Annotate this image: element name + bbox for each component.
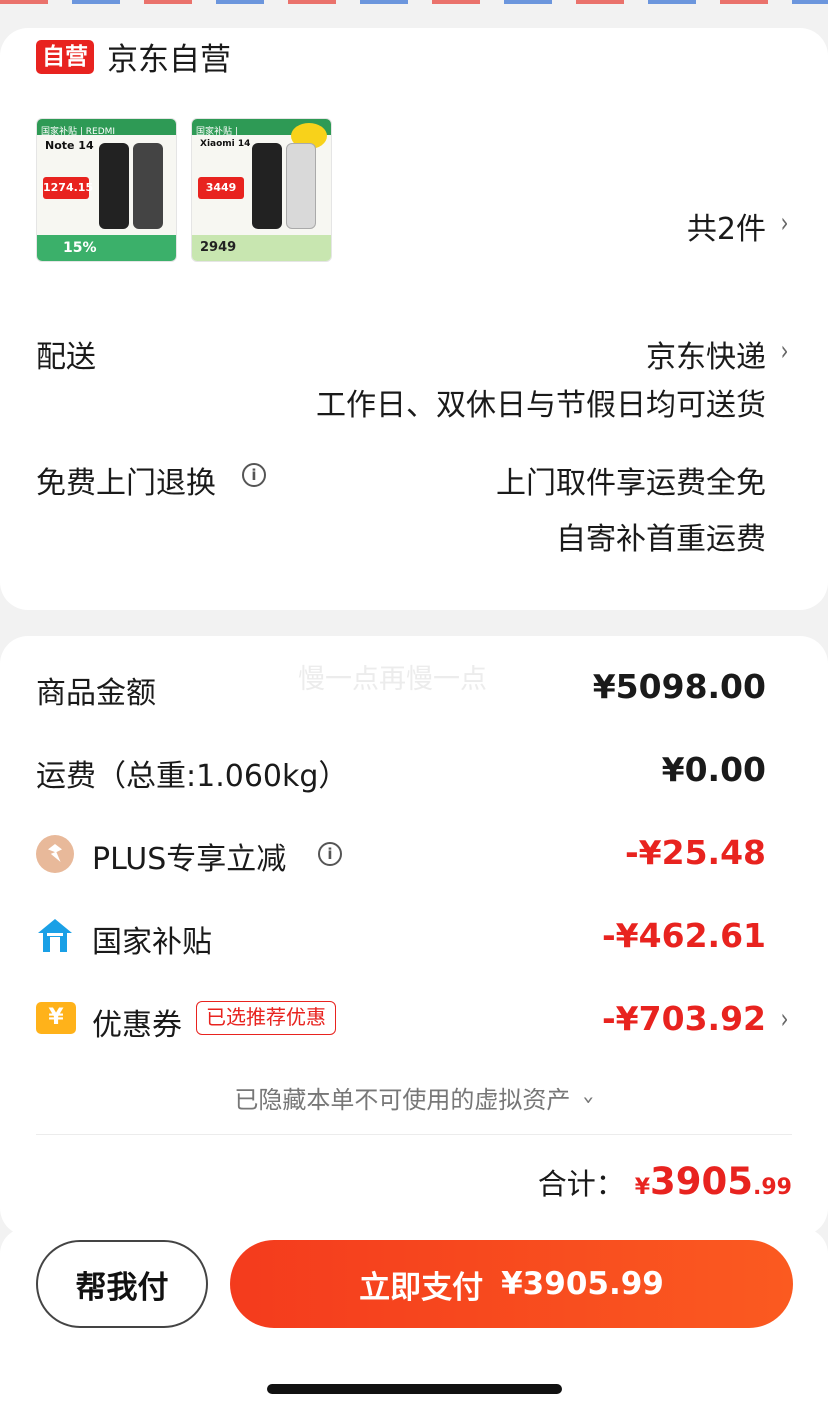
home-indicator[interactable] <box>267 1384 562 1394</box>
chevron-down-icon: › <box>577 1095 601 1105</box>
product-thumbnail[interactable]: 国家补贴 | Xiaomi 14 3449 2949 <box>191 118 332 262</box>
total-integer: 3905 <box>650 1160 754 1203</box>
watermark: 慢一点再慢一点 <box>298 664 487 695</box>
gov-subsidy-label: 国家补贴 <box>92 925 212 960</box>
order-total: 合计： ¥ 3905 .99 <box>538 1160 792 1203</box>
hidden-assets-toggle[interactable]: 已隐藏本单不可使用的虚拟资产 › <box>0 1080 828 1115</box>
phone-image <box>133 143 163 229</box>
goods-amount-label: 商品金额 <box>36 676 156 711</box>
plus-member-icon <box>36 835 74 873</box>
product-thumbnail[interactable]: 国家补贴 | REDMI Note 14 1274.15 15% <box>36 118 177 262</box>
thumb-price-tag: 1274.15 <box>43 177 93 199</box>
gov-subsidy-amount: -¥462.61 <box>601 916 766 955</box>
thumb-discount-strip: 2949 <box>192 235 331 261</box>
goods-amount: ¥5098.00 <box>592 667 766 706</box>
thumb-discount-strip: 15% <box>37 235 176 261</box>
top-decoration-strip <box>0 0 828 4</box>
pay-now-amount: ¥3905.99 <box>501 1266 664 1302</box>
coupon-amount[interactable]: -¥703.92 <box>602 999 766 1038</box>
chevron-right-icon[interactable]: › <box>780 334 788 367</box>
chevron-right-icon[interactable]: › <box>780 206 788 239</box>
thumb-brand-strip: 国家补贴 | REDMI <box>37 119 176 137</box>
shop-header: 自营 京东自营 <box>36 34 231 79</box>
total-label: 合计： <box>537 1167 625 1201</box>
free-return-label: 免费上门退换 <box>36 466 216 501</box>
delivery-carrier[interactable]: 京东快递 <box>646 332 766 376</box>
delivery-label: 配送 <box>36 340 96 375</box>
pay-now-button[interactable]: 立即支付 ¥3905.99 <box>230 1240 793 1328</box>
pay-now-label: 立即支付 <box>359 1269 484 1306</box>
total-currency: ¥ <box>634 1175 651 1200</box>
coupon-label: 优惠券 <box>92 1008 182 1043</box>
shipping-label: 运费（总重:1.060kg） <box>36 759 349 794</box>
info-icon[interactable]: i <box>242 463 266 487</box>
chevron-right-icon[interactable]: › <box>780 1002 788 1035</box>
recommended-coupon-badge: 已选推荐优惠 <box>196 1001 336 1035</box>
phone-image <box>99 143 129 229</box>
hidden-assets-text: 已隐藏本单不可使用的虚拟资产 <box>234 1086 571 1114</box>
self-operated-badge: 自营 <box>36 39 94 74</box>
item-count[interactable]: 共2件 <box>687 204 766 248</box>
thumb-price-tag: 3449 <box>198 177 244 199</box>
return-pickup-text: 上门取件享运费全免 <box>496 466 766 501</box>
phone-image <box>252 143 282 229</box>
info-icon[interactable]: i <box>318 842 342 866</box>
gov-subsidy-icon <box>38 919 72 952</box>
thumb-model: Note 14 <box>45 139 94 152</box>
product-thumbnails[interactable]: 国家补贴 | REDMI Note 14 1274.15 15% 国家补贴 | … <box>36 118 332 262</box>
help-me-pay-button[interactable]: 帮我付 <box>36 1240 208 1328</box>
coupon-icon: ¥ <box>36 1002 76 1034</box>
shop-name: 京东自营 <box>107 42 231 78</box>
total-decimal: .99 <box>753 1175 792 1200</box>
plus-discount-label: PLUS专享立减 <box>92 842 287 877</box>
thumb-model: Xiaomi 14 <box>200 139 251 149</box>
return-self-ship-text: 自寄补首重运费 <box>556 522 766 557</box>
phone-image <box>286 143 316 229</box>
shipping-amount: ¥0.00 <box>661 750 766 789</box>
delivery-schedule: 工作日、双休日与节假日均可送货 <box>316 388 766 423</box>
plus-discount-amount: -¥25.48 <box>624 833 766 872</box>
divider <box>36 1134 792 1135</box>
